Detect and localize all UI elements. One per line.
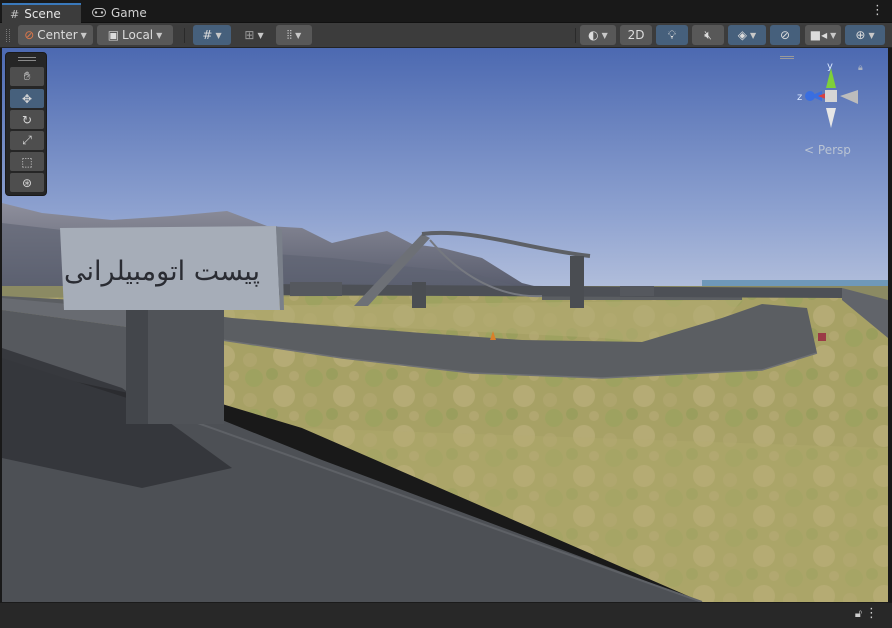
gizmo-z-cap bbox=[805, 91, 815, 101]
gizmo-globe-icon: ⊕ bbox=[855, 28, 866, 42]
effects-dropdown[interactable]: ◈ ▼ bbox=[728, 25, 766, 45]
tab-scene-label: Scene bbox=[24, 7, 61, 21]
gizmo-neg-y-axis bbox=[826, 108, 836, 128]
scene-toolbar: ⊘ Center ▼ ▣ Local ▼ # ▼ ⊞ ▼ ⦙⦙ ▼ ◐ ▼ 2D bbox=[0, 23, 892, 48]
chevron-down-icon: ▼ bbox=[868, 30, 875, 40]
toolbar-separator bbox=[184, 28, 185, 43]
tab-scene[interactable]: # Scene bbox=[2, 3, 81, 23]
perspective-icon: < bbox=[804, 143, 815, 157]
orientation-gizmo[interactable]: y z bbox=[796, 60, 866, 132]
lock-icon[interactable]: 🔓︎ bbox=[855, 607, 862, 621]
pivot-rotation-label: Local bbox=[122, 28, 154, 42]
camera-settings-dropdown[interactable]: ■◂ ▼ bbox=[805, 25, 841, 45]
pivot-rotation-dropdown[interactable]: ▣ Local ▼ bbox=[97, 25, 173, 45]
mode-2d-label: 2D bbox=[627, 28, 645, 42]
toolbar-grip bbox=[6, 29, 10, 42]
rotate-tool-button[interactable]: ↻ bbox=[10, 110, 44, 129]
rotate-icon: ↻ bbox=[21, 112, 33, 127]
mute-audio-icon: 🔇︎ bbox=[704, 27, 712, 42]
ruler-icon: ⦙⦙ bbox=[286, 27, 293, 42]
distant-block bbox=[290, 282, 342, 296]
gizmo-z-label: z bbox=[797, 92, 802, 103]
lighting-toggle[interactable]: 💡︎ bbox=[656, 25, 688, 45]
gizmos-dropdown[interactable]: ⊕ ▼ bbox=[845, 25, 885, 45]
grid-visibility-button[interactable]: # ▼ bbox=[193, 25, 231, 45]
more-options-icon[interactable]: ⋮ bbox=[865, 606, 878, 621]
chevron-down-icon: ▼ bbox=[156, 30, 163, 40]
chevron-down-icon: ▼ bbox=[830, 30, 837, 40]
chevron-down-icon: ▼ bbox=[257, 30, 264, 40]
arch-pillar-left bbox=[412, 282, 426, 308]
draw-mode-button[interactable]: ◐ ▼ bbox=[580, 25, 616, 45]
effects-layers-icon: ◈ bbox=[737, 28, 748, 42]
bottom-bar: 🔓︎ ⋮ bbox=[0, 602, 892, 628]
transform-tool-button[interactable]: ⊛ bbox=[10, 173, 44, 192]
small-marker bbox=[818, 333, 826, 341]
move-tool-button[interactable]: ✥ bbox=[10, 89, 44, 108]
distant-block bbox=[620, 286, 654, 296]
grid-snapping-button[interactable]: ⊞ ▼ bbox=[236, 25, 272, 45]
gizmo-y-label: y bbox=[827, 61, 833, 72]
toolbar-separator bbox=[575, 28, 576, 43]
chevron-down-icon: ▼ bbox=[80, 30, 87, 40]
snap-increment-icon: ⊞ bbox=[244, 28, 255, 42]
mode-2d-button[interactable]: 2D bbox=[620, 25, 652, 45]
chevron-down-icon: ▼ bbox=[215, 30, 222, 40]
increment-snap-button[interactable]: ⦙⦙ ▼ bbox=[276, 25, 312, 45]
tool-palette: ✋︎ ✥ ↻ ⤢ ⬚ ⊛ bbox=[5, 52, 47, 196]
cube-icon: ▣ bbox=[107, 28, 120, 42]
eye-hidden-icon: ⊘ bbox=[779, 28, 791, 42]
chevron-down-icon: ▼ bbox=[750, 30, 757, 40]
hand-tool-button[interactable]: ✋︎ bbox=[10, 67, 44, 86]
scene-window: # Scene Game ⋮ ⊘ Center ▼ ▣ Local ▼ # ▼ bbox=[0, 0, 892, 628]
rect-transform-icon: ⬚ bbox=[21, 154, 33, 169]
sign-post-face bbox=[126, 306, 148, 424]
scene-visibility-toggle[interactable]: ⊘ bbox=[770, 25, 800, 45]
move-arrows-icon: ✥ bbox=[21, 91, 33, 106]
more-options-icon[interactable]: ⋮ bbox=[871, 3, 884, 18]
chevron-down-icon: ▼ bbox=[295, 30, 302, 40]
grid-snap-icon: # bbox=[202, 28, 213, 42]
hand-icon: ✋︎ bbox=[23, 69, 31, 83]
gizmo-center-cube bbox=[825, 90, 837, 102]
gizmo-handle[interactable] bbox=[780, 56, 794, 59]
gizmo-x-axis bbox=[840, 90, 858, 104]
projection-toggle[interactable]: < Persp bbox=[804, 143, 851, 157]
sign-text: پیست اتومبیلرانی bbox=[64, 256, 260, 287]
chevron-down-icon: ▼ bbox=[601, 30, 608, 40]
pivot-mode-dropdown[interactable]: ⊘ Center ▼ bbox=[18, 25, 93, 45]
grid-icon: # bbox=[10, 7, 20, 21]
gizmo-lock-icon[interactable]: 🔒︎ bbox=[858, 63, 863, 73]
scene-viewport[interactable]: پیست اتومبیلرانی bbox=[2, 48, 888, 602]
pivot-icon: ⊘ bbox=[24, 28, 35, 42]
shading-mode-icon: ◐ bbox=[588, 28, 599, 42]
scale-tool-button[interactable]: ⤢ bbox=[10, 131, 44, 150]
pivot-mode-label: Center bbox=[37, 28, 78, 42]
lightbulb-icon: 💡︎ bbox=[667, 27, 677, 42]
camera-icon: ■◂ bbox=[809, 28, 828, 42]
scale-icon: ⤢ bbox=[22, 133, 32, 147]
projection-label: Persp bbox=[817, 143, 851, 157]
tool-palette-handle[interactable] bbox=[18, 57, 36, 61]
rect-tool-button[interactable]: ⬚ bbox=[10, 152, 44, 171]
arch-pillar-right bbox=[570, 256, 584, 308]
tab-game-label: Game bbox=[111, 6, 147, 20]
audio-toggle[interactable]: 🔇︎ bbox=[692, 25, 724, 45]
gamepad-icon bbox=[92, 7, 106, 20]
transform-icon: ⊛ bbox=[21, 175, 33, 190]
tab-game[interactable]: Game bbox=[84, 3, 147, 23]
tab-bar: # Scene Game ⋮ bbox=[0, 0, 892, 23]
